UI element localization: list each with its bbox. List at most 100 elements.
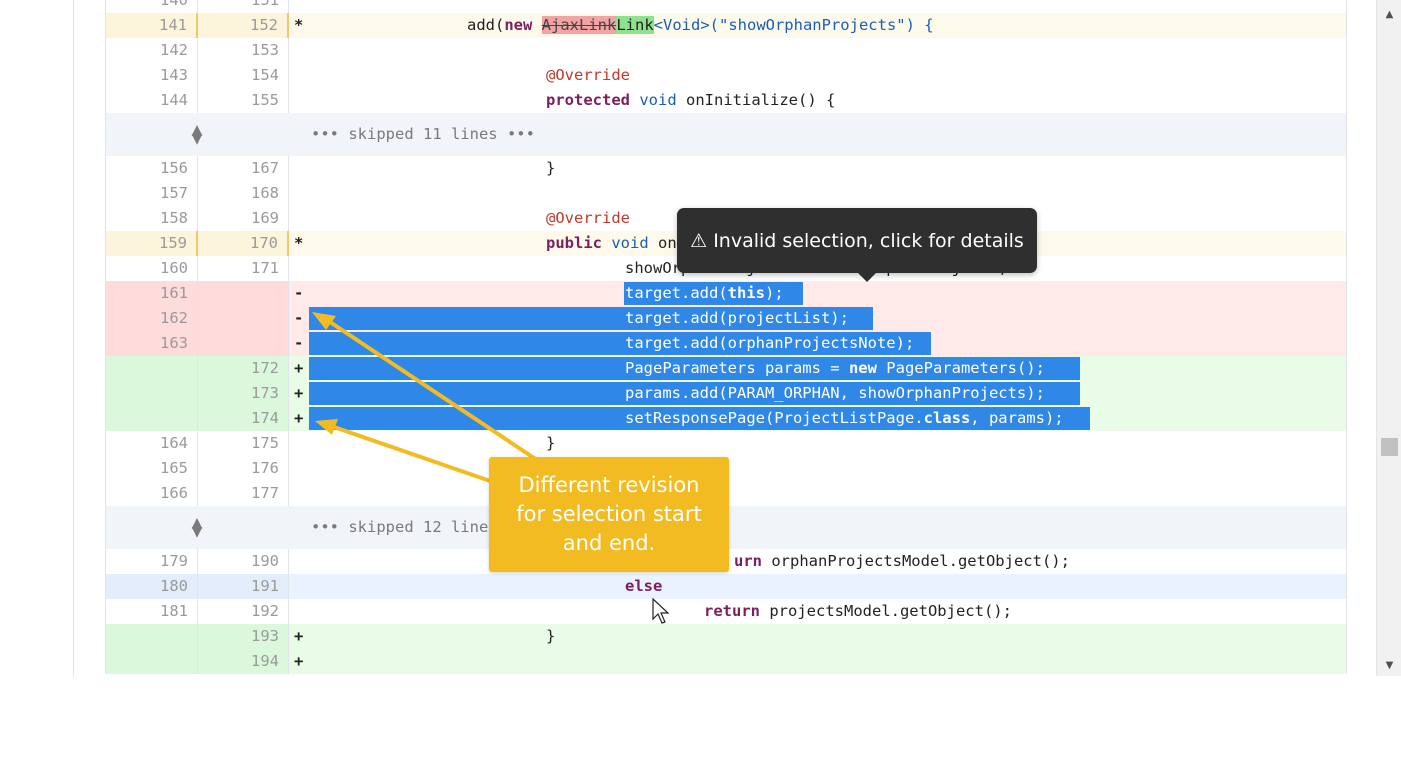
new-line-number: 174 <box>198 406 289 431</box>
new-line-number: 168 <box>198 181 289 206</box>
code-line: protected void onInitialize() { <box>546 88 835 113</box>
skipped-lines-label[interactable]: ••• skipped 11 lines ••• <box>311 113 535 156</box>
skipped-lines-label[interactable]: ••• skipped 12 line <box>311 506 488 549</box>
old-line-number: 181 <box>106 599 198 624</box>
deleted-token: AjaxLink <box>541 16 617 34</box>
scroll-down-icon[interactable]: ▼ <box>1377 657 1401 674</box>
new-line-number: 194 <box>198 649 289 674</box>
change-marker: + <box>294 409 304 427</box>
old-line-number: 180 <box>106 574 198 599</box>
code-line: } <box>546 627 556 645</box>
vertical-scrollbar[interactable]: ▲ ▼ <box>1376 0 1401 676</box>
code-line: return projectsModel.getObject(); <box>704 599 1012 624</box>
annotation-token: @Override <box>546 209 630 227</box>
code-line[interactable]: target.add(orphanProjectsNote); <box>625 331 914 356</box>
change-marker: - <box>294 284 304 302</box>
change-marker: + <box>294 384 304 402</box>
code-text: onInitialize() { <box>686 91 836 109</box>
invalid-selection-tooltip[interactable]: ⚠ Invalid selection, click for details <box>677 208 1037 282</box>
code-text: ); <box>764 284 784 302</box>
keyword: else <box>625 577 663 595</box>
old-line-number: 141 <box>106 13 198 38</box>
change-marker: * <box>294 234 304 252</box>
diff-row-deleted: 161 - target.add(this); <box>106 281 1346 306</box>
new-line-number: 152 <box>198 13 289 38</box>
old-line-number: 161 <box>106 281 198 306</box>
diff-row: 156 167 } <box>106 156 1346 181</box>
new-line-number: 171 <box>198 256 289 281</box>
code-line: } <box>546 159 556 177</box>
new-line-number: 154 <box>198 63 289 88</box>
type-token: void <box>639 91 677 109</box>
code-line: else <box>625 574 662 599</box>
old-line-number: 143 <box>106 63 198 88</box>
scrollbar-thumb[interactable] <box>1381 438 1398 456</box>
change-marker: - <box>294 334 304 352</box>
code-text: orphanProjectsModel.getObject(); <box>762 552 1070 570</box>
code-text: target.add( <box>625 284 728 302</box>
diff-row: 143 154 @Override <box>106 63 1346 88</box>
change-marker: * <box>294 16 304 34</box>
code-line: urn orphanProjectsModel.getObject(); <box>734 549 1070 574</box>
new-line-number: 190 <box>198 549 289 574</box>
code-line: public void on <box>546 231 677 256</box>
code-text: PageParameters params = <box>625 359 849 377</box>
code-line[interactable]: params.add(PARAM_ORPHAN, showOrphanProje… <box>625 381 1045 406</box>
diff-row: 157 168 <box>106 181 1346 206</box>
diff-row: 140 151 <box>106 0 1346 13</box>
new-line-number <box>198 331 289 356</box>
code-line: } <box>546 434 556 452</box>
diff-row-highlighted: 180 191 else <box>106 574 1346 599</box>
old-line-number: 162 <box>106 306 198 331</box>
new-line-number: 155 <box>198 88 289 113</box>
code-line[interactable]: target.add(this); <box>625 281 784 306</box>
new-line-number: 170 <box>198 231 289 256</box>
code-line: @Override <box>546 63 630 88</box>
change-marker: - <box>294 309 304 327</box>
old-line-number: 144 <box>106 88 198 113</box>
diff-row-deleted: 163 - target.add(orphanProjectsNote); <box>106 331 1346 356</box>
annotation-token: @Override <box>546 66 630 84</box>
skipped-lines-row[interactable]: ▲ ▼ ••• skipped 11 lines ••• <box>106 113 1346 156</box>
expand-icon[interactable]: ▲ ▼ <box>188 113 206 146</box>
old-line-number <box>106 406 198 431</box>
new-line-number: 172 <box>198 356 289 381</box>
diff-row-added: 193 + } <box>106 624 1346 649</box>
type-token: <Void> <box>653 16 710 34</box>
new-line-number: 153 <box>198 38 289 63</box>
type-token: void <box>611 234 649 252</box>
expand-icon[interactable]: ▲ ▼ <box>188 506 206 539</box>
old-line-number <box>106 624 198 649</box>
new-line-number: 193 <box>198 624 289 649</box>
new-line-number: 173 <box>198 381 289 406</box>
diff-row-added: 173 + params.add(PARAM_ORPHAN, showOrpha… <box>106 381 1346 406</box>
new-line-number: 177 <box>198 481 289 506</box>
diff-row-added: 174 + setResponsePage(ProjectListPage.cl… <box>106 406 1346 431</box>
keyword: this <box>727 284 765 302</box>
old-line-number: 166 <box>106 481 198 506</box>
callout-line-2: for selection start <box>516 502 702 526</box>
annotation-callout: Different revision for selection start a… <box>489 457 729 572</box>
mouse-cursor-icon <box>652 598 670 624</box>
old-line-number <box>106 649 198 674</box>
scroll-up-icon[interactable]: ▲ <box>1377 6 1401 23</box>
code-line[interactable]: setResponsePage(ProjectListPage.class, p… <box>625 406 1064 431</box>
diff-row: 144 155 protected void onInitialize() { <box>106 88 1346 113</box>
code-text: , params); <box>970 409 1064 427</box>
page-left-border <box>73 0 74 676</box>
diff-view: 140 151 141 152 * add(new AjaxLinkLink<V… <box>105 0 1347 674</box>
code-text: projectsModel.getObject(); <box>760 602 1012 620</box>
code-line[interactable]: PageParameters params = new PageParamete… <box>625 356 1045 381</box>
skipped-lines-text: skipped 12 line <box>348 518 489 536</box>
diff-row: 142 153 <box>106 38 1346 63</box>
code-text: setResponsePage(ProjectListPage. <box>625 409 924 427</box>
skipped-lines-text: skipped 11 lines <box>348 125 498 143</box>
string-token: ("showOrphanProjects") { <box>709 16 934 34</box>
old-line-number: 142 <box>106 38 198 63</box>
code-text: on <box>658 234 677 252</box>
inserted-token: Link <box>616 16 654 34</box>
new-line-number <box>198 306 289 331</box>
code-line[interactable]: target.add(projectList); <box>625 306 849 331</box>
new-line-number: 192 <box>198 599 289 624</box>
new-line-number <box>198 281 289 306</box>
